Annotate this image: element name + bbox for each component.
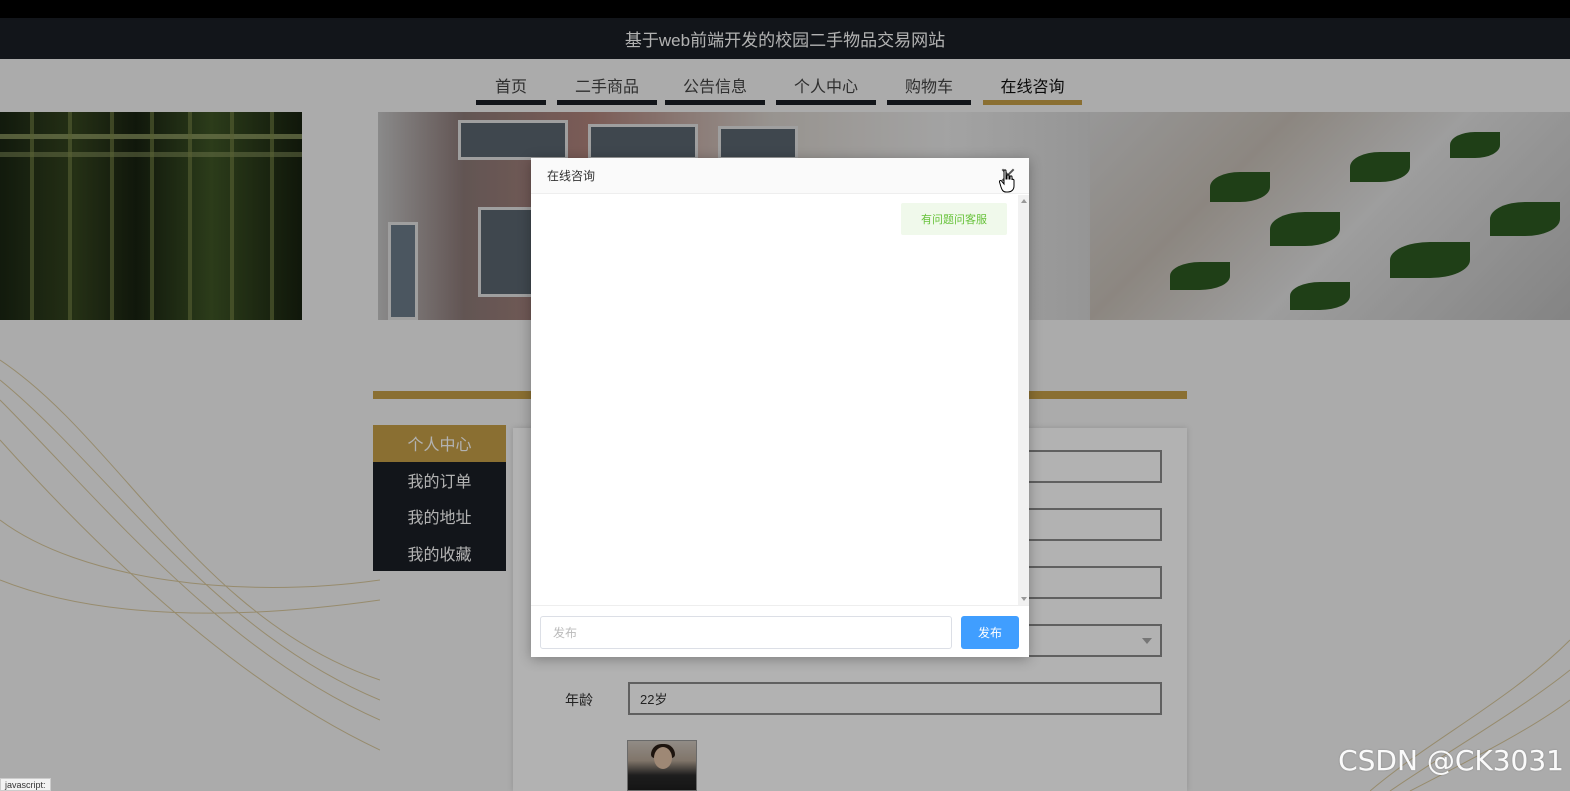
dialog-title: 在线咨询 <box>547 169 596 183</box>
scroll-down-icon[interactable] <box>1021 597 1027 601</box>
dialog-footer: 发布 <box>531 605 1029 657</box>
chat-scrollbar[interactable] <box>1018 195 1029 605</box>
dialog-header: 在线咨询 <box>531 158 1029 194</box>
send-button[interactable]: 发布 <box>961 616 1019 649</box>
chat-messages[interactable]: 有问题问客服 <box>531 195 1029 605</box>
scroll-up-icon[interactable] <box>1021 199 1027 203</box>
csdn-watermark: CSDN @CK3031 <box>1338 744 1564 777</box>
browser-status-bar: javascript: <box>0 778 51 791</box>
chat-message-bubble: 有问题问客服 <box>901 203 1007 235</box>
hand-cursor-icon <box>999 169 1015 193</box>
chat-input[interactable] <box>540 616 952 649</box>
online-consult-dialog: 在线咨询 有问题问客服 发布 <box>531 158 1029 657</box>
